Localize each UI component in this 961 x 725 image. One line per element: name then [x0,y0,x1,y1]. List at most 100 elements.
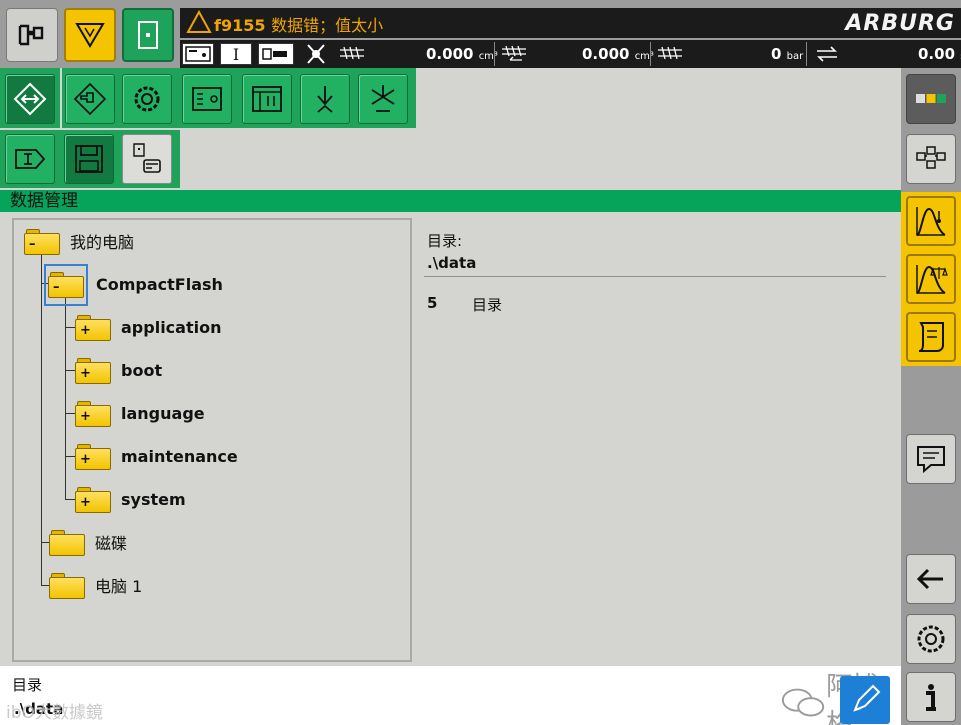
tree-label-maintenance: maintenance [121,446,238,466]
card-key-icon [182,43,214,65]
main-nav-row [0,68,900,128]
tree-node-pc1[interactable]: 电脑 1 [49,570,142,600]
arrow-left-icon [916,568,943,590]
directory-label: 目录: [427,232,463,250]
nav-mode-button[interactable] [5,134,55,184]
tree-node-system[interactable]: + system [75,484,186,514]
bottom-status: 目录 .\data ibO大數據鏡 阿博格 [0,666,901,725]
monitor-panel-icon [252,86,282,112]
funnel-icon [75,23,105,48]
mode-glyph: I [232,44,240,64]
nav-device-button[interactable] [122,134,172,184]
floppy-disk-icon [75,145,103,173]
folder-closed-icon: + [75,485,111,513]
screw-back-icon [498,43,532,65]
back-button[interactable] [906,554,956,604]
folder-closed-icon: + [75,399,111,427]
sub-nav-row [0,130,900,188]
message-button[interactable] [906,434,956,484]
tree-label-pc1: 电脑 1 [95,577,143,596]
gear-icon [917,625,945,653]
info-button[interactable] [906,672,956,722]
alarm-text: f9155 数据错；值太小 [214,12,383,36]
scroll-icon [918,322,944,352]
alarm-filter-button[interactable] [64,8,116,62]
mode-i-icon [15,149,46,169]
tree-node-my-computer[interactable]: – 我的电脑 [24,226,134,256]
message-icon [917,446,945,474]
injection-unit-icon [258,43,294,65]
tree-node-compactflash[interactable]: – CompactFlash [48,269,223,299]
nav-start-button[interactable] [5,74,55,124]
watermark-left: ibO大數據鏡 [6,703,103,723]
network-button[interactable] [906,134,956,184]
nav-injection-button[interactable] [65,74,115,124]
folder-open-icon: – [24,227,60,255]
right-sidebar [901,68,961,725]
tree-node-disk[interactable]: 磁碟 [49,527,127,557]
bottom-directory-label: 目录 [12,676,43,694]
gear-icon [134,86,160,112]
layout-toggle-button[interactable] [906,74,956,124]
directory-path: .\data [427,254,477,272]
controller-icon [192,87,222,111]
directory-count-label: 目录 [472,296,503,314]
dosing-volume-value: 0.000 cm³ [426,45,498,63]
balance-curve-icon [916,265,948,294]
nav-valve-button[interactable] [358,74,408,124]
value-line: I 0.000 cm³ 0.000 cm³ 0 bar 0.00 [180,40,961,68]
curve-tolerance-button[interactable] [906,254,956,304]
door-status-button[interactable] [122,8,174,62]
folder-icon [49,571,85,599]
tree-node-maintenance[interactable]: + maintenance [75,441,238,471]
tree-label-disk: 磁碟 [95,534,128,553]
tree-label-language: language [121,403,205,423]
wechat-icon [781,688,825,717]
curve-button[interactable] [906,196,956,246]
ejector-icon [317,86,333,113]
folder-open-icon: – [48,270,84,298]
tree-node-boot[interactable]: + boot [75,355,162,385]
diamond-arrow-icon [13,82,47,116]
tree-node-application[interactable]: + application [75,312,221,342]
tree-label-system: system [121,489,186,509]
network-icon [916,146,946,169]
nav-controller-button[interactable] [182,74,232,124]
nav-data-button[interactable] [64,134,114,184]
injection-diamond-icon [73,82,107,116]
edit-button[interactable] [840,676,890,724]
directory-count: 5 [427,294,438,312]
machine-icon [18,24,44,46]
tree-label-compactflash: CompactFlash [96,274,223,294]
curve-icon [916,207,946,236]
tree-node-language[interactable]: + language [75,398,205,428]
warning-icon [186,10,212,33]
nav-settings-button[interactable] [122,74,172,124]
door-icon [138,21,158,49]
settings-button[interactable] [906,614,956,664]
folder-closed-icon: + [75,313,111,341]
screw-icon [336,43,370,65]
folder-closed-icon: + [75,442,111,470]
tree-label-application: application [121,317,222,337]
valve-icon [371,85,395,112]
directory-details: 目录: .\data 5 目录 [424,218,886,378]
nav-group-functions [62,68,416,128]
folder-icon [49,528,85,556]
pencil-icon [853,684,881,712]
decompression-volume-value: 0.000 cm³ [582,45,654,63]
protocol-button[interactable] [906,312,956,362]
alarm-line[interactable]: f9155 数据错；值太小 ARBURG [180,8,961,38]
info-icon [926,684,936,711]
device-card-icon [133,143,161,173]
cycle-time-value: 0.00 s [918,45,961,63]
brand-logo: ARBURG [845,11,955,36]
machine-mode-button[interactable] [6,8,58,62]
page-title: 数据管理 [0,190,901,212]
top-status-bar: f9155 数据错；值太小 ARBURG I 0.000 cm³ 0.000 c… [0,0,961,68]
mode-indicator-icon: I [220,43,252,65]
nav-ejector-button[interactable] [300,74,350,124]
pressure-icon [654,43,688,65]
nav-monitor-button[interactable] [242,74,292,124]
tree-label-root: 我的电脑 [70,233,135,252]
